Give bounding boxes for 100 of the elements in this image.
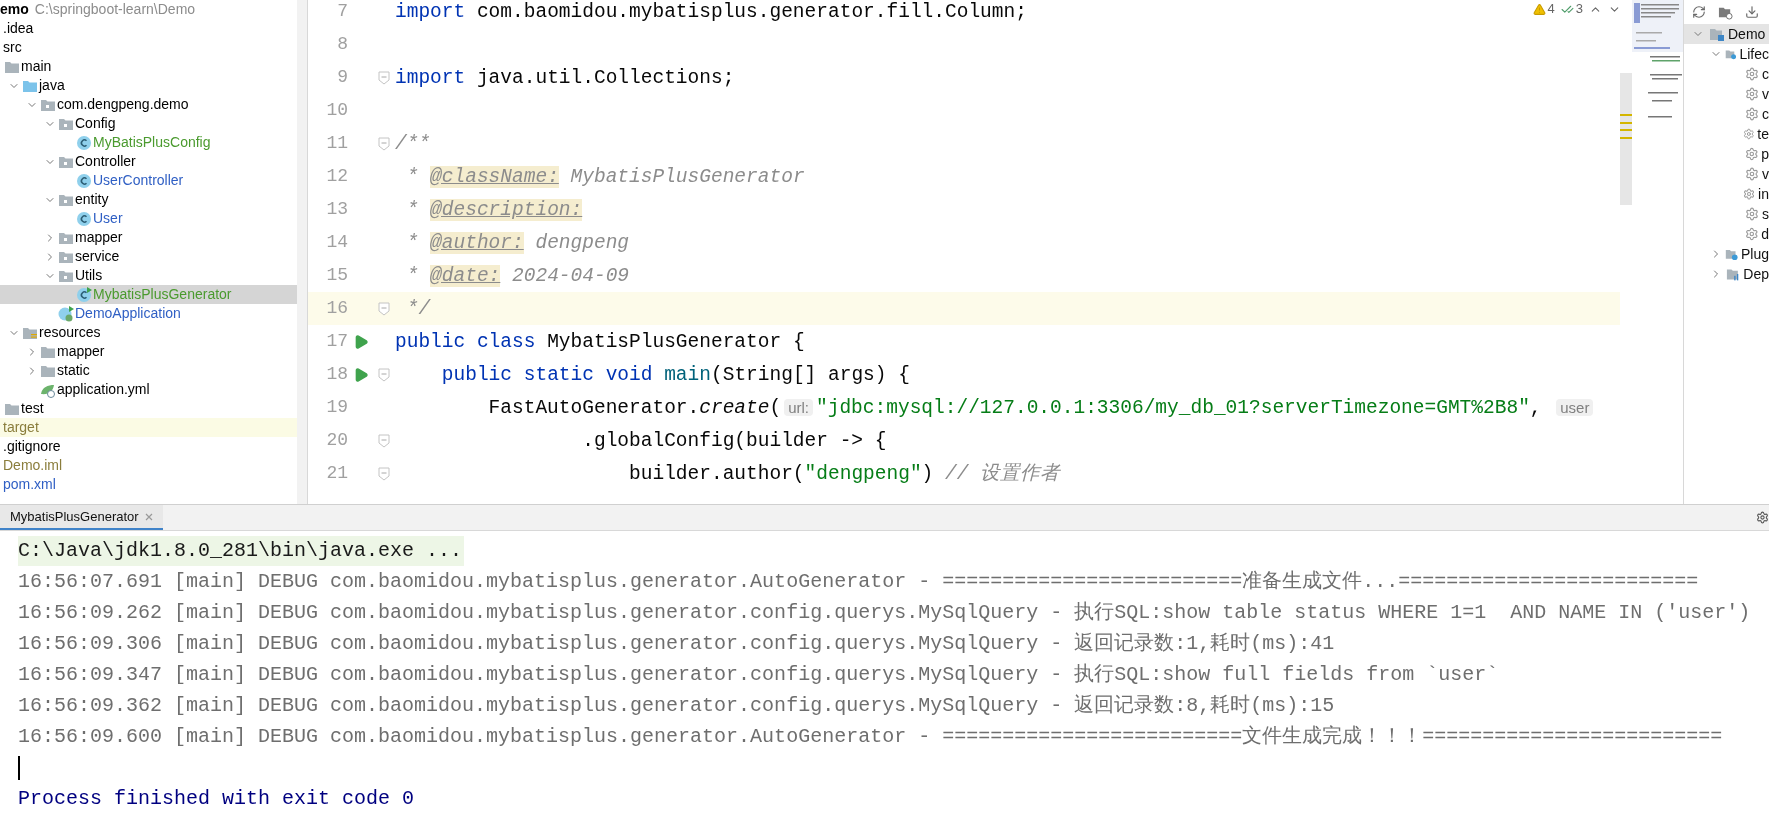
tree-item-label: entity: [75, 190, 109, 209]
package-icon: [58, 154, 74, 169]
gear-icon: [1745, 87, 1759, 101]
maven-tree-item[interactable]: v: [1684, 84, 1769, 104]
spring-app-icon: [58, 305, 74, 322]
line-number: 19: [325, 396, 348, 419]
folder-icon: [40, 363, 56, 378]
fold-marker-icon[interactable]: [378, 367, 390, 382]
tree-item-label: resources: [39, 323, 101, 342]
maven-tree-item[interactable]: v: [1684, 164, 1769, 184]
line-number: 12: [325, 165, 348, 188]
fold-marker-icon[interactable]: [378, 70, 390, 85]
tree-item[interactable]: main: [0, 57, 297, 76]
tree-item[interactable]: Demo.iml: [0, 456, 297, 475]
tree-item[interactable]: mapper: [0, 228, 297, 247]
line-number: 10: [325, 99, 348, 122]
fold-marker-icon[interactable]: [378, 301, 390, 316]
warning-icon[interactable]: [1532, 2, 1546, 16]
tree-item[interactable]: pom.xml: [0, 475, 297, 494]
tree-item[interactable]: DemoApplication: [0, 304, 297, 323]
tree-item[interactable]: entity: [0, 190, 297, 209]
maven-tree-item[interactable]: Plug: [1684, 244, 1769, 264]
maven-tree-item[interactable]: Lifec: [1684, 44, 1769, 64]
class-icon: [76, 210, 92, 227]
fold-marker-icon[interactable]: [378, 136, 390, 151]
class-icon: [76, 134, 92, 151]
line-number: 17: [325, 330, 348, 353]
tree-item[interactable]: .idea: [0, 19, 297, 38]
fold-marker-icon[interactable]: [378, 433, 390, 448]
code-line: import com.baomidou.mybatisplus.generator.fill.Column;: [395, 0, 1027, 25]
tree-item[interactable]: java: [0, 76, 297, 95]
maven-item-label: v: [1762, 164, 1769, 184]
folder-icon: [40, 344, 56, 359]
maven-item-label: Lifec: [1739, 44, 1769, 64]
line-number: 18: [325, 363, 348, 386]
maven-item-label: d: [1761, 224, 1769, 244]
tree-item[interactable]: test: [0, 399, 297, 418]
maven-item-label: p: [1761, 144, 1769, 164]
download-icon[interactable]: [1745, 5, 1759, 19]
gear-icon: [1743, 187, 1756, 201]
tree-item[interactable]: src: [0, 38, 297, 57]
gear-icon: [1745, 67, 1759, 81]
maven-tree-item[interactable]: Demo: [1684, 24, 1769, 44]
tree-item-label: pom.xml: [3, 475, 56, 494]
maven-tree-item[interactable]: c: [1684, 104, 1769, 124]
gear-icon: [1745, 207, 1759, 221]
maven-item-label: te: [1757, 124, 1769, 144]
maven-tree-item[interactable]: s: [1684, 204, 1769, 224]
close-icon[interactable]: [144, 512, 153, 521]
line-number: 21: [325, 462, 348, 485]
tree-item[interactable]: MyBatisPlusConfig: [0, 133, 297, 152]
tree-item-label: test: [21, 399, 44, 418]
tree-item[interactable]: .gitignore: [0, 437, 297, 456]
refresh-icon[interactable]: [1692, 5, 1706, 19]
maven-item-label: s: [1762, 204, 1769, 224]
folder-icon: [22, 78, 38, 93]
settings-icon[interactable]: [1756, 511, 1769, 524]
fold-marker-icon[interactable]: [378, 466, 390, 481]
project-name: emo: [0, 0, 29, 19]
tree-item[interactable]: resources: [0, 323, 297, 342]
maven-item-label: v: [1762, 84, 1769, 104]
tree-item[interactable]: mapper: [0, 342, 297, 361]
run-tab[interactable]: MybatisPlusGenerator: [0, 505, 163, 530]
tree-item[interactable]: service: [0, 247, 297, 266]
tree-item-label: main: [21, 57, 52, 76]
folder-icon: [4, 401, 20, 416]
tree-item-label: Demo.iml: [3, 456, 63, 475]
tree-item[interactable]: User: [0, 209, 297, 228]
gear-icon: [1744, 147, 1759, 161]
tree-item-label: Utils: [75, 266, 103, 285]
console-log-line: 16:56:09.306 [main] DEBUG com.baomidou.mybatisplus.generator.config.querys.MySqlQuery - 返回记录数:1,耗时(ms):41: [18, 630, 1335, 657]
dependencies-icon: [1725, 266, 1741, 282]
maven-tree-item[interactable]: te: [1684, 124, 1769, 144]
tree-item-label: com.dengpeng.demo: [57, 95, 189, 114]
maven-tree-item[interactable]: in: [1684, 184, 1769, 204]
tree-item[interactable]: Controller: [0, 152, 297, 171]
tree-item-label: target: [3, 418, 39, 437]
package-icon: [58, 230, 74, 245]
line-number: 20: [325, 429, 348, 452]
maven-tree-item[interactable]: p: [1684, 144, 1769, 164]
maven-tree-item[interactable]: Dep: [1684, 264, 1769, 284]
tree-item-label: .idea: [3, 19, 34, 38]
code-line: * @author: dengpeng: [405, 230, 630, 256]
tree-item[interactable]: static: [0, 361, 297, 380]
tree-item[interactable]: Utils: [0, 266, 297, 285]
maven-tree-item[interactable]: c: [1684, 64, 1769, 84]
scrollbar-drawing[interactable]: [1620, 73, 1632, 205]
maven-tree-item[interactable]: d: [1684, 224, 1769, 244]
tree-item[interactable]: application.yml: [0, 380, 297, 399]
gear-icon: [1742, 127, 1755, 141]
maven-item-label: c: [1762, 104, 1769, 124]
tree-item[interactable]: Config: [0, 114, 297, 133]
tree-item[interactable]: target: [0, 418, 297, 437]
tree-item-label: application.yml: [57, 380, 150, 399]
tree-item[interactable]: com.dengpeng.demo: [0, 95, 297, 114]
tree-item[interactable]: UserController: [0, 171, 297, 190]
line-number: 16: [325, 297, 348, 320]
line-number: 15: [325, 264, 348, 287]
tree-item-label: Controller: [75, 152, 136, 171]
code-line: * @className: MybatisPlusGenerator: [405, 164, 805, 190]
